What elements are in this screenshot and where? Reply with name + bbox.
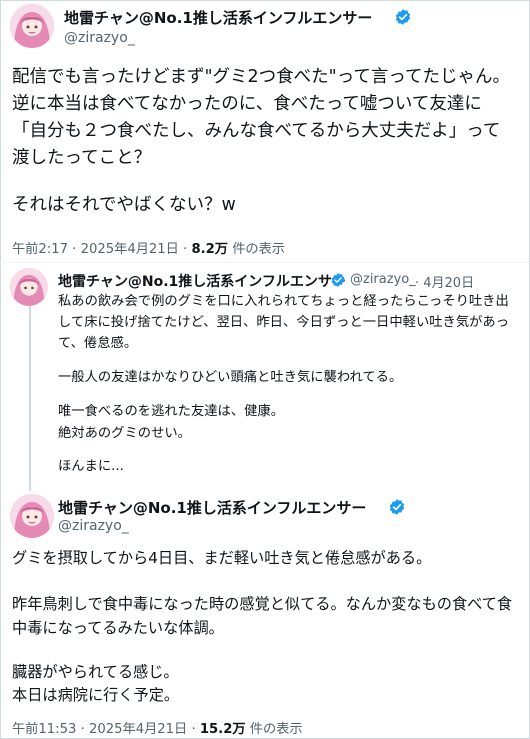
tweet-text-line: 私あの飲み会で例のグミを口に入れられてちょっと経ったらこっそり吐き出 [58,294,509,309]
display-name[interactable]: 地雷チャン@No.1推し活系インフルエンサー [58,271,346,291]
post-date[interactable]: · 4月20日 [415,272,474,291]
tweet-text-line: ほんまに... [58,459,124,474]
tweet-text-line: 「自分も２つ食べたし、みんな食べてるから大丈夫だよ」って [12,121,501,141]
tweet-text-line: 絶対あのグミのせい。 [58,426,191,441]
tweet-text-line: 本日は病院に行く予定。 [12,686,180,704]
thread-connector [29,306,31,491]
avatar[interactable] [10,494,54,538]
post-meta: 午前11:53 · 2025年4月21日 · 15.2万 件の表示 [12,718,303,737]
tweet-text-line: 臓器がやられてる感じ。 [12,663,179,681]
view-label: 件の表示 [228,242,285,257]
tweet-text-line: グミを摂取してから4日目、まだ軽い吐き気と倦怠感がある。 [12,549,432,567]
tweet-text-line: それはそれでやばくない？w [12,195,236,215]
tweet-text-line: 一般人の友達はかなりひどい頭痛と吐き気に襲われてる。 [58,370,403,385]
tweet-text-line: 中毒になってるみたいな体調。 [12,619,224,637]
timestamp[interactable]: 午前2:17 · 2025年4月21日 · [12,242,191,257]
display-name[interactable]: 地雷チャン@No.1推し活系インフルエンサー [58,497,366,518]
verified-badge-icon [331,273,345,287]
view-count: 8.2万 [191,242,228,257]
handle[interactable]: @zirazyo_ [58,518,129,534]
verified-badge-icon [389,499,405,515]
tweet-text-line: て、倦怠感。 [58,336,138,351]
display-name[interactable]: 地雷チャン@No.1推し活系インフルエンサー [64,7,372,28]
tweet-text-line: 昨年鳥刺しで食中毒になった時の感覚と似てる。なんか変なもの食べて食 [12,595,513,613]
tweet-text-line: して床に投げ捨てたけど、翌日、昨日、今日ずっと一日中軽い吐き気があっ [58,315,510,330]
post-meta: 午前2:17 · 2025年4月21日 · 8.2万 件の表示 [12,238,285,257]
tweet-text-line: 渡したってこと？ [12,148,152,168]
handle[interactable]: @zirazyo_ [350,272,416,287]
avatar[interactable] [10,268,48,306]
tweet-text-line: 逆に本当は食べてなかったのに、食べたって嘘ついて友達に [12,94,482,114]
handle[interactable]: @zirazyo_ [64,30,135,46]
view-label: 件の表示 [245,722,303,737]
divider [0,262,530,263]
avatar[interactable] [10,4,54,48]
verified-badge-icon [395,9,411,25]
view-count: 15.2万 [199,722,246,737]
tweet-text-line: 唯一食べるのを逃れた友達は、健康。 [58,404,285,419]
timestamp[interactable]: 午前11:53 · 2025年4月21日 · [12,722,200,737]
tweet-text-line: 配信でも言ったけどまず"グミ2つ食べた"って言ってたじゃん。 [12,67,510,87]
